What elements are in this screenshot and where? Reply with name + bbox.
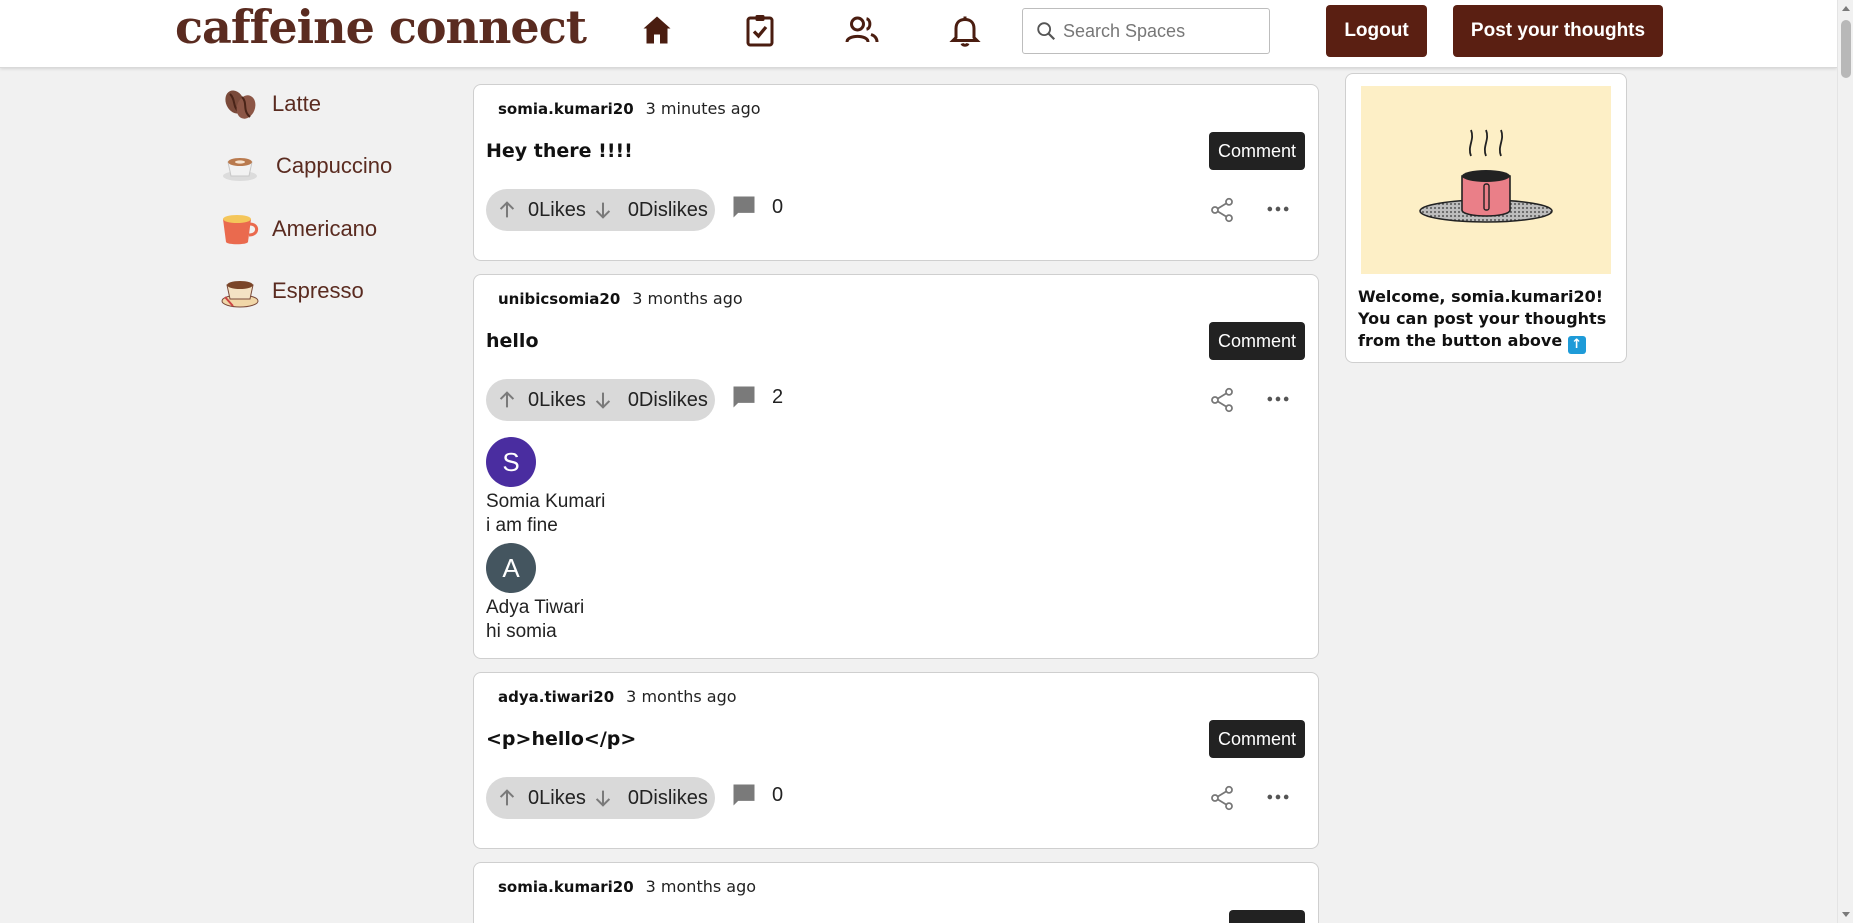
comment-button[interactable]: [1229, 910, 1305, 923]
up-arrow-emoji-icon: ↑: [1567, 336, 1586, 354]
cappuccino-cup-icon: [218, 144, 262, 188]
sidebar-item-label: Espresso: [272, 278, 364, 303]
downvote-arrow-icon[interactable]: [590, 387, 616, 413]
comments-toggle[interactable]: 2: [730, 383, 783, 411]
vote-pill: 0Likes 0Dislikes: [486, 777, 715, 819]
likes-count: 0Likes: [528, 388, 586, 411]
welcome-card: Welcome, somia.kumari20! You can post yo…: [1345, 73, 1627, 363]
comment-bubble-icon: [733, 386, 755, 408]
sidebar-item-latte[interactable]: Latte: [218, 80, 321, 128]
post-meta: somia.kumari20 3 months ago: [498, 877, 756, 896]
search-box[interactable]: [1022, 8, 1270, 54]
downvote-arrow-icon[interactable]: [590, 785, 616, 811]
likes-count: 0Likes: [528, 198, 586, 221]
post-card: somia.kumari20 3 minutes ago Hey there !…: [473, 84, 1319, 261]
post-time: 3 months ago: [645, 877, 757, 896]
scroll-down-arrow-icon[interactable]: [1842, 912, 1850, 917]
dislikes-count: 0Dislikes: [627, 388, 708, 411]
upvote-arrow-icon[interactable]: [494, 785, 520, 811]
scrollbar-thumb[interactable]: [1841, 20, 1851, 78]
upvote-arrow-icon[interactable]: [494, 387, 520, 413]
comment-button[interactable]: Comment: [1208, 322, 1305, 360]
post-author[interactable]: somia.kumari20: [498, 100, 634, 118]
post-time: 3 minutes ago: [645, 99, 761, 118]
upvote-arrow-icon[interactable]: [494, 197, 520, 223]
sidebar-item-label: Latte: [272, 91, 321, 116]
scroll-up-arrow-icon[interactable]: [1842, 6, 1850, 11]
post-author[interactable]: unibicsomia20: [498, 290, 620, 308]
comment-item: A Adya Tiwari hi somia: [486, 543, 584, 643]
search-icon: [1031, 16, 1061, 46]
steaming-coffee-illustration: [1361, 86, 1611, 274]
logout-button[interactable]: Logout: [1326, 5, 1427, 57]
post-card: adya.tiwari20 3 months ago <p>hello</p> …: [473, 672, 1319, 849]
app-logo[interactable]: caffeine connect: [175, 0, 587, 56]
coffee-beans-icon: [218, 82, 262, 126]
post-card: somia.kumari20 3 months ago: [473, 862, 1319, 923]
sidebar-item-cappuccino[interactable]: Cappuccino: [218, 142, 392, 190]
comments-toggle[interactable]: 0: [730, 781, 783, 809]
welcome-message: Welcome, somia.kumari20! You can post yo…: [1358, 286, 1620, 354]
comment-author: Adya Tiwari: [486, 597, 585, 618]
top-navbar: caffeine connect Logout Post your though…: [0, 0, 1837, 68]
comments-count: 2: [772, 385, 784, 408]
comment-item: S Somia Kumari i am fine: [486, 437, 605, 537]
comments-count: 0: [772, 195, 784, 218]
post-card: unibicsomia20 3 months ago hello Comment…: [473, 274, 1319, 659]
dislikes-count: 0Dislikes: [627, 786, 708, 809]
comment-text: i am fine: [486, 515, 558, 536]
bell-icon[interactable]: [943, 8, 987, 52]
share-icon[interactable]: [1208, 385, 1236, 415]
post-meta: somia.kumari20 3 minutes ago: [498, 99, 761, 118]
share-icon[interactable]: [1208, 783, 1236, 813]
comment-bubble-icon: [733, 196, 755, 218]
post-meta: adya.tiwari20 3 months ago: [498, 687, 737, 706]
page-scrollbar[interactable]: [1837, 0, 1853, 923]
home-icon[interactable]: [635, 8, 679, 52]
comment-author: Somia Kumari: [486, 491, 606, 512]
americano-cup-icon: [218, 207, 262, 251]
sidebar-item-espresso[interactable]: Espresso: [218, 267, 364, 315]
comment-button[interactable]: Comment: [1208, 720, 1305, 758]
comment-button[interactable]: Comment: [1208, 132, 1305, 170]
comments-count: 0: [772, 783, 784, 806]
downvote-arrow-icon[interactable]: [590, 197, 616, 223]
vote-pill: 0Likes 0Dislikes: [486, 189, 715, 231]
more-options-icon[interactable]: [1264, 385, 1292, 413]
likes-count: 0Likes: [528, 786, 586, 809]
post-author[interactable]: somia.kumari20: [498, 878, 634, 896]
more-options-icon[interactable]: [1264, 783, 1292, 811]
search-input[interactable]: [1063, 20, 1263, 42]
more-options-icon[interactable]: [1264, 195, 1292, 223]
tasks-checklist-icon[interactable]: [738, 8, 782, 52]
comment-text: hi somia: [486, 621, 557, 642]
share-icon[interactable]: [1208, 195, 1236, 225]
avatar: S: [486, 437, 536, 487]
comment-bubble-icon: [733, 784, 755, 806]
post-title: hello: [486, 330, 539, 352]
post-thoughts-button[interactable]: Post your thoughts: [1453, 5, 1663, 57]
post-meta: unibicsomia20 3 months ago: [498, 289, 743, 308]
sidebar-item-americano[interactable]: Americano: [218, 205, 377, 253]
post-title: Hey there !!!!: [486, 140, 633, 162]
dislikes-count: 0Dislikes: [627, 198, 708, 221]
avatar: A: [486, 543, 536, 593]
people-icon[interactable]: [840, 8, 884, 52]
espresso-cup-icon: [218, 269, 262, 313]
comments-toggle[interactable]: 0: [730, 193, 783, 221]
sidebar-item-label: Cappuccino: [276, 153, 393, 178]
post-time: 3 months ago: [626, 687, 737, 706]
vote-pill: 0Likes 0Dislikes: [486, 379, 715, 421]
post-time: 3 months ago: [632, 289, 743, 308]
sidebar-item-label: Americano: [272, 216, 378, 241]
post-title: <p>hello</p>: [486, 728, 637, 750]
post-author[interactable]: adya.tiwari20: [498, 688, 614, 706]
